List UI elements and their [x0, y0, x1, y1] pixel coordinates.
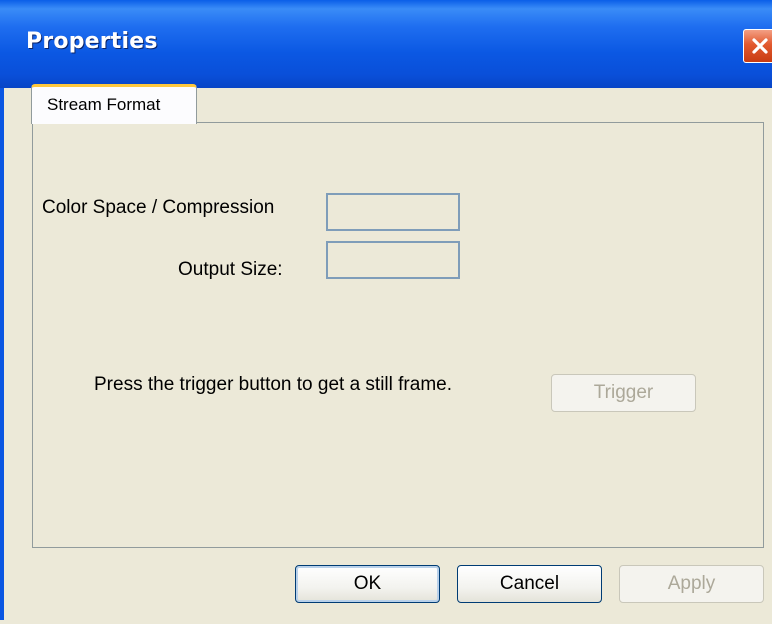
output-size-label: Output Size:: [178, 259, 283, 280]
close-button[interactable]: [743, 29, 772, 63]
ok-button[interactable]: OK: [295, 565, 440, 603]
close-icon: [752, 38, 768, 54]
title-bar[interactable]: Properties: [0, 0, 772, 88]
apply-button[interactable]: Apply: [619, 565, 764, 603]
tab-stream-format[interactable]: Stream Format: [31, 84, 197, 124]
output-size-field[interactable]: [326, 241, 460, 279]
properties-dialog: Properties Stream Format Color Space / C…: [0, 0, 772, 624]
color-space-field[interactable]: [326, 193, 460, 231]
cancel-button[interactable]: Cancel: [457, 565, 602, 603]
trigger-instructions: Press the trigger button to get a still …: [94, 374, 453, 395]
color-space-label: Color Space / Compression: [42, 197, 275, 218]
trigger-button[interactable]: Trigger: [551, 374, 696, 412]
stream-format-panel: [32, 122, 764, 548]
tab-label: Stream Format: [47, 95, 161, 114]
window-title: Properties: [26, 29, 158, 54]
